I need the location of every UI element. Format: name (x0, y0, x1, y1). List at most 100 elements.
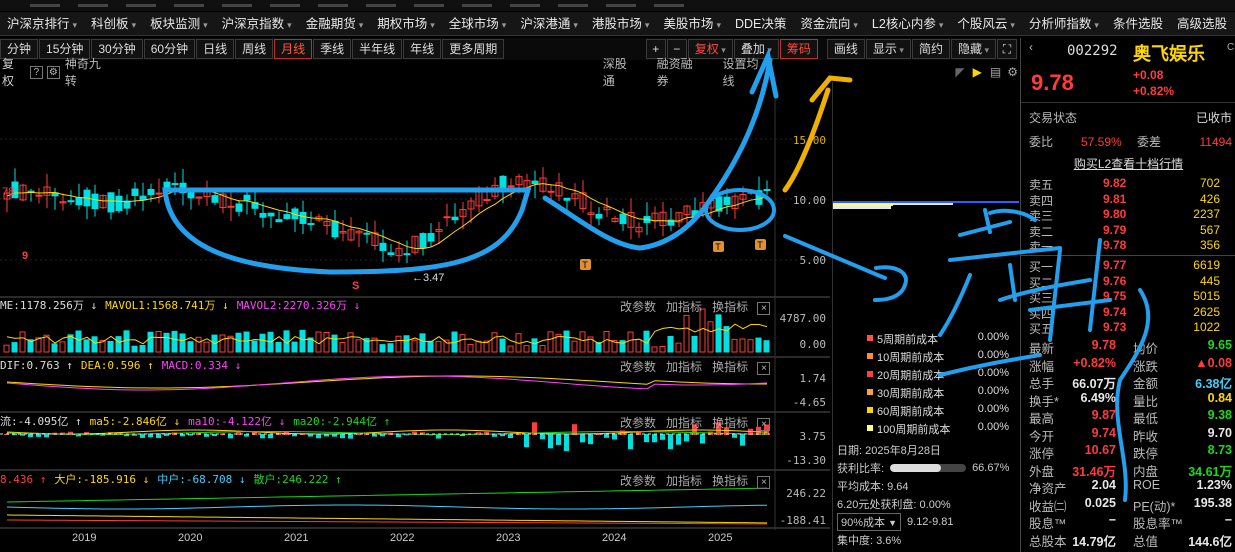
switch-indicator-button[interactable]: 换指标 (712, 416, 748, 430)
play-icon[interactable]: ▶ (973, 65, 982, 79)
profit-ratio-fill (890, 464, 941, 472)
period-tab[interactable]: 半年线 (352, 39, 403, 59)
stat-label: 总手 (1029, 377, 1055, 391)
candle-body (227, 205, 235, 208)
menu-item[interactable]: 美股市场 ▾ (656, 12, 728, 36)
edit-params-button[interactable]: 改参数 (620, 416, 656, 430)
menu-item[interactable]: 板块监测 ▾ (143, 12, 215, 36)
chevron-down-icon: ▾ (938, 19, 944, 30)
candle-body (763, 189, 771, 192)
display-button[interactable]: 显示 ▾ (865, 39, 911, 59)
nav-back-icon[interactable]: ‹ (1029, 40, 1033, 54)
switch-indicator-button[interactable]: 换指标 (712, 360, 748, 374)
candle-body (299, 211, 307, 224)
menu-item[interactable]: 个股风云 ▾ (950, 12, 1022, 36)
menu-item[interactable]: L2核心内参 ▾ (865, 12, 950, 36)
stat-label: 总股本 (1029, 534, 1067, 549)
menu-item-label: 高级选股 (1176, 16, 1227, 31)
book-volume: 5015 (1193, 289, 1220, 303)
switch-indicator-button[interactable]: 换指标 (712, 300, 748, 314)
menu-item[interactable]: 条件选股 (1106, 12, 1170, 36)
menu-item[interactable]: 科创板 ▾ (84, 12, 143, 36)
flow-bar (604, 434, 609, 438)
volume-bar (507, 345, 514, 353)
settings-icon[interactable]: ⚙ (46, 65, 60, 79)
period-tab[interactable]: 季线 (313, 39, 352, 59)
candle-body (115, 195, 123, 211)
close-icon[interactable]: × (757, 418, 771, 431)
period-tab[interactable]: 周线 (235, 39, 274, 59)
flow-bar (540, 434, 545, 440)
simple-button[interactable]: 简约 (911, 39, 950, 59)
help-icon[interactable]: ? (29, 65, 43, 79)
add-indicator-button[interactable]: 加指标 (666, 300, 702, 314)
period-tab[interactable]: 更多周期 (442, 39, 505, 59)
chip-bar-yellow (833, 203, 893, 206)
candle-body (67, 200, 75, 203)
book-row: 卖五 9.82 702 (1021, 176, 1235, 192)
edit-params-button[interactable]: 改参数 (620, 300, 656, 314)
menu-item[interactable]: 港股市场 ▾ (585, 12, 657, 36)
candle-body (179, 182, 187, 194)
stat-value: 9.70 (1207, 425, 1232, 440)
book-volume: 6619 (1193, 258, 1220, 272)
stat-value: 2.04 (1091, 478, 1116, 492)
close-icon[interactable]: × (757, 362, 771, 375)
menu-item[interactable]: 沪深京排行 ▾ (0, 12, 84, 36)
fullscreen-icon[interactable]: ⛶ (997, 39, 1017, 59)
hide-button[interactable]: 隐藏 ▾ (950, 39, 996, 59)
menu-item[interactable]: 金融期货 ▾ (299, 12, 371, 36)
period-tab[interactable]: 日线 (196, 39, 235, 59)
period-tab[interactable]: 月线 (274, 39, 313, 59)
bars-icon[interactable]: ▤ (990, 65, 1001, 79)
chevron-down-icon: ▾ (716, 19, 721, 30)
flag-icon[interactable]: ◤ (955, 65, 964, 79)
add-indicator-button[interactable]: 加指标 (666, 474, 702, 488)
candle-body (187, 189, 195, 199)
l2-link[interactable]: 购买L2查看十档行情 (1021, 156, 1235, 172)
top-strip-item (126, 4, 156, 7)
switch-indicator-button[interactable]: 换指标 (712, 474, 748, 488)
chevron-down-icon: ▾ (896, 45, 904, 55)
gear-icon[interactable]: ⚙ (1007, 65, 1018, 79)
cost-row: 30周期前成本 0.00% (867, 384, 1017, 402)
volume-bar (123, 330, 130, 353)
edit-params-button[interactable]: 改参数 (620, 474, 656, 488)
period-tab[interactable]: 年线 (403, 39, 442, 59)
period-tab[interactable]: 60分钟 (143, 39, 196, 59)
retail-line (6, 487, 768, 503)
volume-bar (259, 333, 266, 353)
menu-item[interactable]: 沪深港通 ▾ (513, 12, 585, 36)
stat-label: 收益㈡ (1029, 499, 1067, 514)
volume-title: ME:1178.256万 ↓ MAVOL1:1568.741万 ↓ MAVOL2:2… (0, 298, 368, 314)
candle-body (755, 190, 763, 205)
price-axis-5: 5.00 (799, 254, 827, 267)
menu-item[interactable]: DDE决策 (728, 12, 793, 36)
stat-row: 净资产 2.04 ROE 1.23% (1021, 478, 1235, 496)
panel-actions-flow: 改参数 加指标 换指标 × (620, 414, 771, 431)
menu-item[interactable]: 期权市场 ▾ (370, 12, 442, 36)
draw-line-button[interactable]: 画线 (826, 39, 865, 59)
chevron-down-icon: ▾ (430, 19, 435, 30)
menu-item[interactable]: 资金流向 ▾ (793, 12, 865, 36)
menu-item[interactable]: 分析师指数 ▾ (1022, 12, 1106, 36)
stat-value: 1.23% (1196, 478, 1232, 492)
menu-item[interactable]: 全球市场 ▾ (442, 12, 514, 36)
chips-button[interactable]: 筹码 (779, 39, 818, 59)
volume-bar (475, 340, 482, 353)
stat-label: 涨幅 (1029, 359, 1055, 374)
menu-item[interactable]: 沪深京指数 ▾ (215, 12, 299, 36)
menu-item-label: 板块监测 (150, 16, 201, 31)
add-indicator-button[interactable]: 加指标 (666, 360, 702, 374)
candle-body (595, 213, 603, 219)
cost90-select[interactable]: 90%成本 ▼ (837, 513, 902, 531)
big-axis-max: 246.22 (786, 487, 826, 500)
add-indicator-button[interactable]: 加指标 (666, 416, 702, 430)
candle-body (307, 223, 315, 226)
seq-label-9: 9 (22, 250, 29, 262)
edit-params-button[interactable]: 改参数 (620, 360, 656, 374)
menu-item[interactable]: 高级选股 (1170, 12, 1234, 36)
close-icon[interactable]: × (757, 302, 771, 315)
close-icon[interactable]: × (757, 476, 771, 489)
flow-bar (700, 434, 705, 444)
